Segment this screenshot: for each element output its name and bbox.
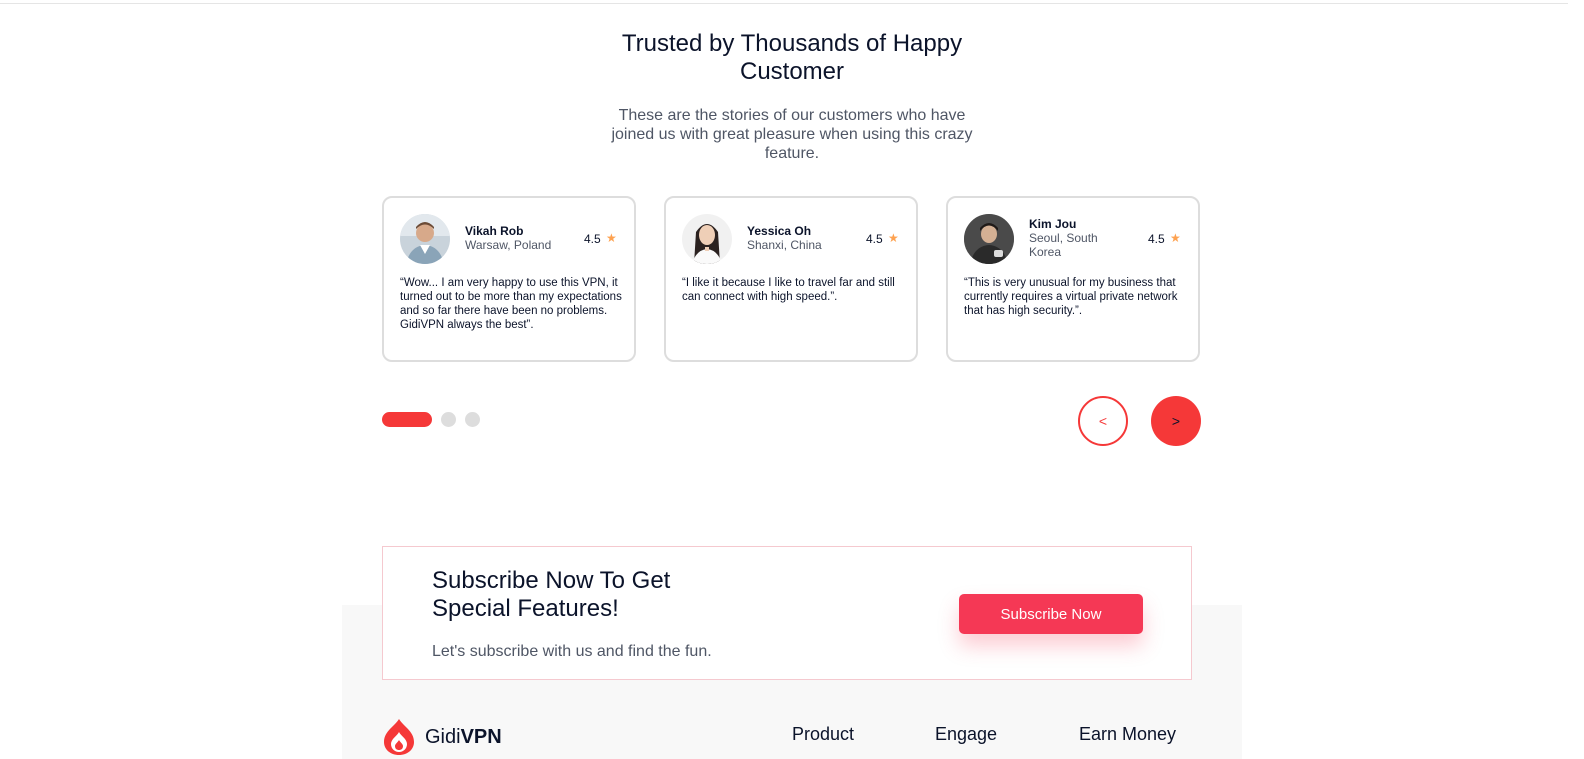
carousel-dot[interactable]	[441, 412, 456, 427]
customer-name: Yessica Oh	[747, 224, 812, 238]
footer-column-earn-money: Earn Money	[1079, 724, 1177, 744]
subscribe-title: Subscribe Now To Get Special Features!	[432, 567, 671, 622]
testimonial-card: Yessica Oh Shanxi, China 4.5 ★ “I like i…	[664, 196, 918, 362]
rating-value: 4.5	[866, 232, 883, 246]
testimonials-subheading: These are the stories of our customers w…	[611, 107, 973, 162]
testimonial-quote: “This is very unusual for my business th…	[964, 277, 1178, 317]
customer-name: Vikah Rob	[465, 224, 524, 238]
carousel-dot-active[interactable]	[382, 412, 432, 427]
rating-value: 4.5	[1148, 232, 1165, 246]
customer-name: Kim Jou	[1029, 217, 1077, 231]
subscribe-button[interactable]: Subscribe Now	[959, 594, 1143, 634]
subscribe-panel: Subscribe Now To Get Special Features! L…	[382, 546, 1192, 680]
footer-logo[interactable]: GidiVPN	[381, 718, 502, 756]
page-scrollbar[interactable]	[1568, 0, 1584, 759]
testimonial-quote: “Wow... I am very happy to use this VPN,…	[400, 277, 622, 331]
avatar	[682, 214, 732, 264]
footer-column-engage: Engage	[935, 724, 998, 744]
carousel-dot[interactable]	[465, 412, 480, 427]
chevron-left-icon: <	[1098, 413, 1108, 429]
chevron-right-icon: >	[1171, 413, 1181, 429]
brand-name-light: Gidi	[425, 725, 461, 748]
footer-column-product: Product	[792, 724, 855, 744]
rating-value: 4.5	[584, 232, 601, 246]
star-icon: ★	[888, 231, 899, 245]
brand-name-bold: VPN	[460, 725, 502, 748]
testimonial-card: Kim Jou Seoul, South Korea 4.5 ★ “This i…	[946, 196, 1200, 362]
testimonials-heading: Trusted by Thousands of Happy Customer	[621, 30, 963, 85]
customer-location: Warsaw, Poland	[465, 238, 552, 252]
testimonial-card: Vikah Rob Warsaw, Poland 4.5 ★ “Wow... I…	[382, 196, 636, 362]
avatar	[400, 214, 450, 264]
customer-location: Seoul, South Korea	[1029, 231, 1098, 259]
top-divider	[0, 3, 1568, 4]
star-icon: ★	[1170, 231, 1181, 245]
avatar	[964, 214, 1014, 264]
star-icon: ★	[606, 231, 617, 245]
subscribe-text: Let's subscribe with us and find the fun…	[432, 643, 712, 660]
brand-name: GidiVPN	[425, 726, 502, 749]
carousel-prev-button[interactable]: <	[1078, 396, 1128, 446]
flame-logo-icon	[384, 719, 414, 755]
carousel-next-button[interactable]: >	[1151, 396, 1201, 446]
customer-location: Shanxi, China	[747, 238, 822, 252]
testimonial-quote: “I like it because I like to travel far …	[682, 277, 895, 303]
